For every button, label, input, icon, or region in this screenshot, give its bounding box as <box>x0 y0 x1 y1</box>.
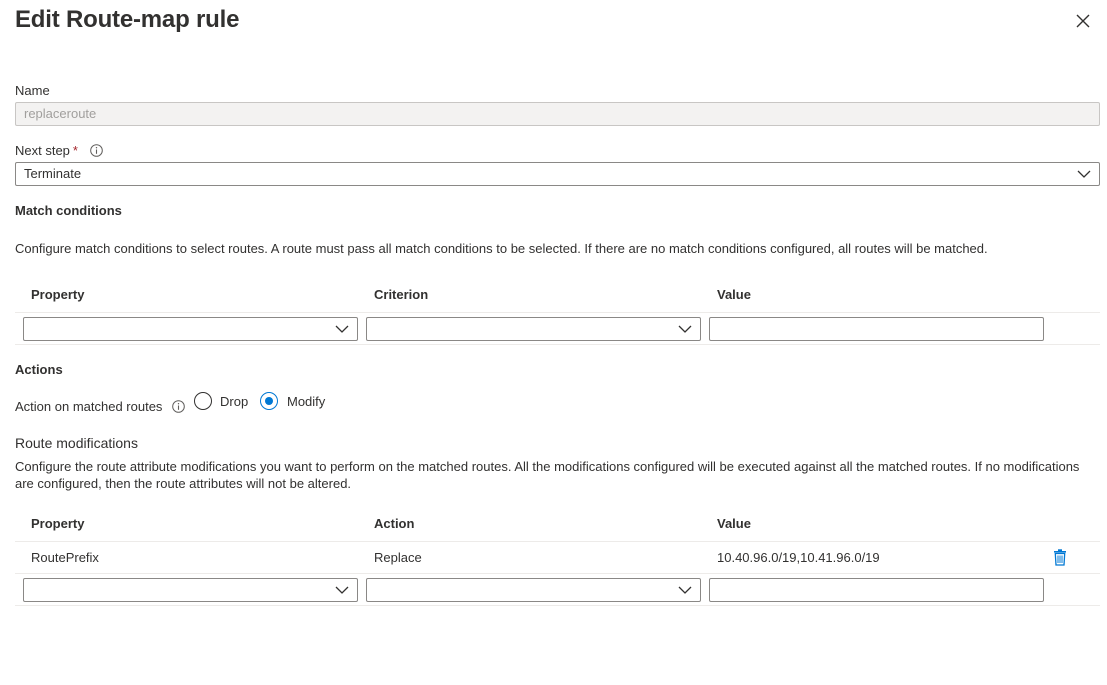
divider <box>15 344 1100 345</box>
chevron-down-icon <box>335 586 349 594</box>
action-on-matched-routes-label: Action on matched routes <box>15 399 185 414</box>
divider <box>15 541 1100 542</box>
next-step-selected: Terminate <box>24 166 82 181</box>
route-modifications-description: Configure the route attribute modificati… <box>15 459 1080 491</box>
divider <box>15 312 1100 313</box>
actions-heading: Actions <box>15 362 63 377</box>
match-property-dropdown[interactable] <box>23 317 358 341</box>
match-col-criterion: Criterion <box>374 287 429 302</box>
mod-property-dropdown[interactable] <box>23 578 358 602</box>
panel-title: Edit Route-map rule <box>15 6 240 33</box>
mod-col-value: Value <box>717 516 751 531</box>
match-conditions-description: Configure match conditions to select rou… <box>15 241 988 256</box>
mod-col-action: Action <box>374 516 415 531</box>
info-icon[interactable] <box>172 400 185 413</box>
chevron-down-icon <box>678 586 692 594</box>
match-criterion-dropdown[interactable] <box>366 317 701 341</box>
mod-col-property: Property <box>31 516 85 531</box>
match-col-value: Value <box>717 287 751 302</box>
row-value: 10.40.96.0/19,10.41.96.0/19 <box>717 550 880 565</box>
next-step-label-text: Next step <box>15 143 70 158</box>
chevron-down-icon <box>678 325 692 333</box>
action-label-text: Action on matched routes <box>15 399 163 414</box>
divider <box>15 605 1100 606</box>
required-asterisk: * <box>72 143 78 158</box>
name-label: Name <box>15 83 50 98</box>
modify-radio[interactable] <box>260 392 278 410</box>
drop-radio-label[interactable]: Drop <box>220 394 248 409</box>
name-input[interactable]: replaceroute <box>15 102 1100 126</box>
trash-icon[interactable] <box>1053 549 1067 566</box>
mod-value-input[interactable] <box>709 578 1044 602</box>
next-step-dropdown[interactable]: Terminate <box>15 162 1100 186</box>
drop-radio[interactable] <box>194 392 212 410</box>
row-action: Replace <box>374 550 422 565</box>
divider <box>15 573 1100 574</box>
chevron-down-icon <box>335 325 349 333</box>
next-step-label: Next step * <box>15 143 103 158</box>
route-modifications-heading: Route modifications <box>15 435 138 451</box>
chevron-down-icon <box>1077 170 1091 178</box>
close-icon[interactable] <box>1074 12 1092 30</box>
info-icon[interactable] <box>89 144 103 157</box>
match-value-input[interactable] <box>709 317 1044 341</box>
match-conditions-heading: Match conditions <box>15 203 122 218</box>
mod-action-dropdown[interactable] <box>366 578 701 602</box>
modify-radio-label[interactable]: Modify <box>287 394 325 409</box>
match-col-property: Property <box>31 287 85 302</box>
row-property: RoutePrefix <box>31 550 99 565</box>
